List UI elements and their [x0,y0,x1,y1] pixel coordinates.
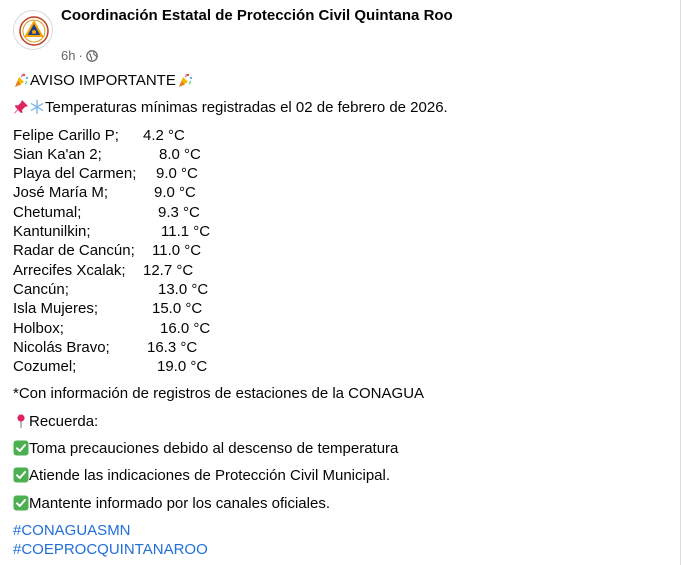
tip-item: Toma precauciones debido al descenso de … [13,439,673,458]
reminder-label: Recuerda: [29,412,99,430]
green-check-icon [13,440,29,456]
temperature-value: 9.0 °C [156,165,198,183]
tip-text: Toma precauciones debido al descenso de … [29,440,399,458]
temperature-row: Cancún; 13.0 °C [13,280,673,299]
temperature-value: 4.2 °C [143,126,185,144]
temperature-value: 11.0 °C [152,242,202,260]
headline: AVISO IMPORTANTE [30,72,176,89]
tip-item: Mantente informado por los canales ofici… [13,494,673,513]
station-name: Cozumel; [13,358,77,376]
station-name: Chetumal; [13,203,82,221]
post-card: Coordinación Estatal de Protección Civil… [0,0,681,565]
temperature-value: 9.0 °C [154,184,196,202]
party-popper-icon [15,73,28,87]
station-name: Nicolás Bravo; [13,338,110,356]
station-name: Kantunilkin; [13,223,91,241]
station-name: Cancún; [13,280,69,298]
page-avatar[interactable] [13,10,53,50]
reminder-line: Recuerda: [13,412,673,431]
meta-separator: · [78,48,83,63]
station-name: Sian Ka'an 2; [13,145,102,163]
hashtag-link[interactable]: #COEPROCQUINTANAROO [13,540,673,559]
temperature-row: Chetumal; 9.3 °C [13,203,673,222]
station-name: Felipe Carillo P; [13,126,119,144]
party-popper-icon [178,73,192,87]
headline-line: AVISO IMPORTANTE [13,71,673,90]
pushpin-icon [14,100,28,114]
temperature-value: 11.1 °C [161,223,211,241]
station-name: Arrecifes Xcalak; [13,261,126,279]
hashtag-list: #CONAGUASMN #COEPROCQUINTANAROO [13,521,673,560]
protection-civil-seal-icon [19,16,49,46]
hashtag-link[interactable]: #CONAGUASMN [13,521,673,540]
intro-text: Temperaturas mínimas registradas el 02 d… [45,99,448,117]
post-time[interactable]: 6h [61,48,75,63]
round-pushpin-icon [17,414,25,428]
temperature-row: Cozumel; 19.0 °C [13,357,673,376]
green-check-icon [13,467,29,483]
tip-text: Atiende las indicaciones de Protección C… [29,467,391,485]
tip-item: Atiende las indicaciones de Protección C… [13,466,673,485]
temperature-row: Sian Ka'an 2; 8.0 °C [13,145,673,164]
green-check-icon [13,495,29,511]
temperature-row: Kantunilkin; 11.1 °C [13,222,673,241]
temperature-value: 15.0 °C [152,300,203,318]
temperature-value: 19.0 °C [157,358,208,376]
temperature-value: 16.0 °C [160,319,211,337]
station-name: Isla Mujeres; [13,300,99,318]
post-body: AVISO IMPORTANTE Temperaturas mínimas re… [13,71,673,560]
intro-line: Temperaturas mínimas registradas el 02 d… [13,98,673,117]
temperature-row: Isla Mujeres; 15.0 °C [13,299,673,318]
temperature-row: Felipe Carillo P; 4.2 °C [13,126,673,145]
snowflake-icon [30,100,44,115]
post-meta: 6h · [61,48,98,63]
station-name: Radar de Cancún; [13,242,135,260]
temperature-row: Nicolás Bravo; 16.3 °C [13,338,673,357]
temperature-value: 16.3 °C [147,338,198,356]
station-name: Holbox; [13,319,64,337]
temperature-row: José María M; 9.0 °C [13,183,673,202]
page-name[interactable]: Coordinación Estatal de Protección Civil… [61,7,453,24]
temperature-value: 8.0 °C [159,145,201,163]
station-name: Playa del Carmen; [13,165,137,183]
temperature-row: Playa del Carmen; 9.0 °C [13,164,673,183]
temperature-row: Radar de Cancún; 11.0 °C [13,241,673,260]
temperature-value: 9.3 °C [158,203,200,221]
temperature-value: 13.0 °C [158,280,209,298]
temperature-value: 12.7 °C [143,261,194,279]
temperature-list: Felipe Carillo P; 4.2 °C Sian Ka'an 2; 8.0 … [13,126,673,377]
temperature-row: Arrecifes Xcalak; 12.7 °C [13,261,673,280]
source-note: *Con información de registros de estacio… [13,385,425,403]
tip-text: Mantente informado por los canales ofici… [29,494,330,512]
temperature-row: Holbox; 16.0 °C [13,319,673,338]
globe-icon[interactable] [85,49,98,62]
station-name: José María M; [13,184,109,202]
